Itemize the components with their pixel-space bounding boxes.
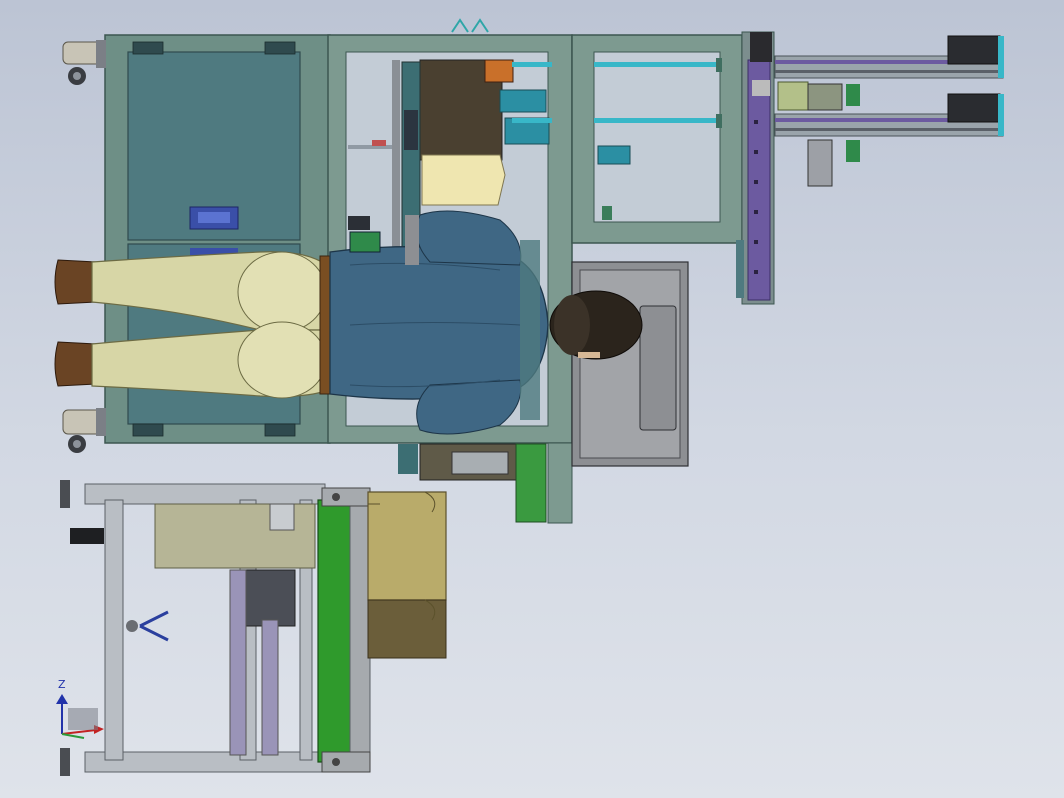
triad-y-arrow-icon [61, 733, 85, 739]
right-linear-modules [774, 35, 1004, 187]
shoe-bottom-icon [54, 341, 97, 387]
carton-boxes [367, 491, 447, 659]
shoe-top-icon [54, 259, 97, 305]
triad-z-label: Z [58, 678, 66, 691]
conveyor-frame [60, 480, 326, 776]
linear-rail-vertical [736, 31, 775, 305]
assembly-drawing [54, 18, 1004, 776]
caster-wheels [62, 40, 106, 453]
conveyor-belt [317, 487, 371, 773]
caster-top-icon [62, 40, 106, 85]
sensor-bracket-icon [139, 610, 169, 642]
top-clamp-icon [451, 18, 489, 33]
caster-bottom-icon [62, 408, 106, 453]
cad-viewport[interactable]: Z [0, 0, 1064, 798]
orientation-triad [56, 694, 104, 739]
triad-x-arrow-icon [61, 729, 97, 735]
